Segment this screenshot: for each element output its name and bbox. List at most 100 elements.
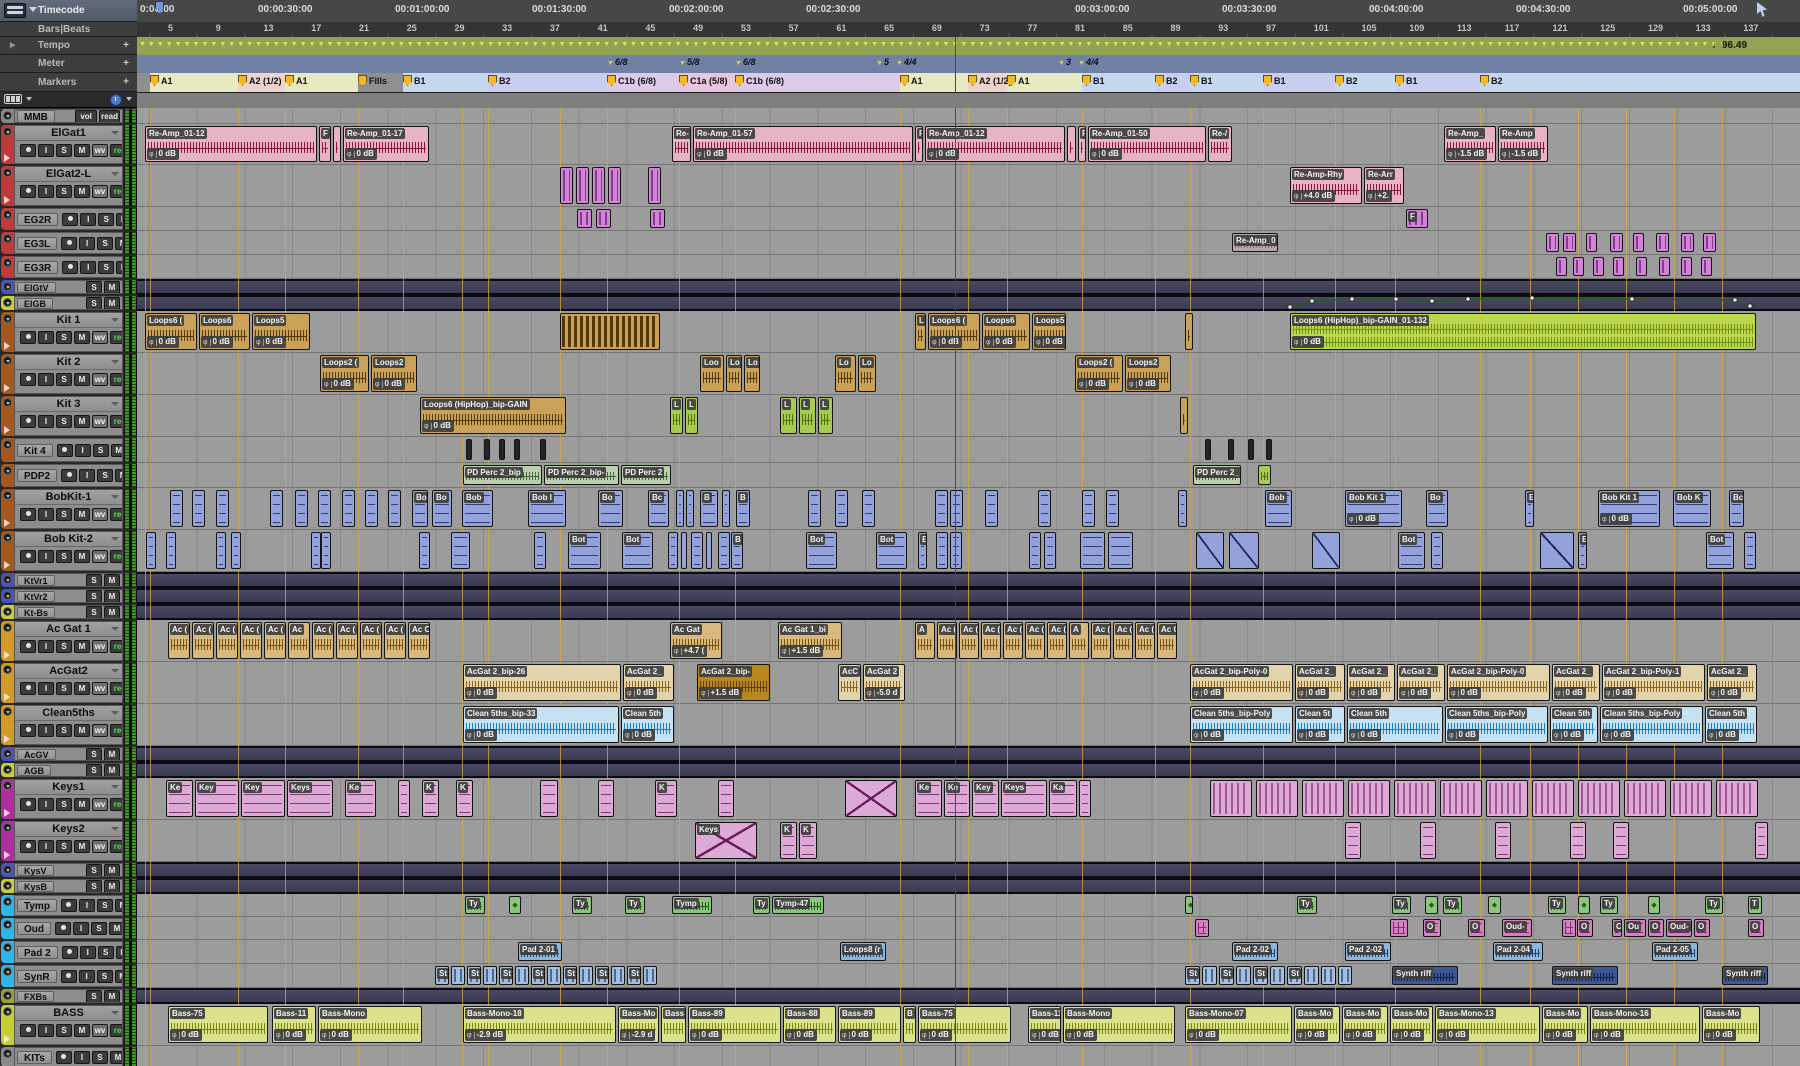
clip[interactable]: Loops6 (HipHop)_bip-GAINφ0 dB bbox=[420, 397, 566, 434]
track-name[interactable]: ElGat2-L bbox=[15, 167, 122, 182]
record-enable-button[interactable] bbox=[61, 469, 77, 482]
clip[interactable]: Pad 2-02 bbox=[1345, 942, 1391, 961]
input-monitor-button[interactable]: I bbox=[75, 444, 91, 457]
clip[interactable]: Ty bbox=[1705, 896, 1723, 914]
input-monitor-button[interactable]: I bbox=[80, 261, 96, 274]
clip[interactable]: Re-Ampφ-1.5 dB bbox=[1498, 126, 1548, 162]
clip-gain-badge[interactable]: φ0 dB bbox=[1296, 1029, 1328, 1041]
clip[interactable] bbox=[1038, 490, 1051, 527]
clip[interactable] bbox=[1681, 233, 1694, 252]
marker-flag-icon[interactable] bbox=[607, 75, 616, 86]
meter-event[interactable]: ▼6/8 bbox=[735, 57, 755, 67]
clip-gain-badge[interactable]: φ-2.9 dB bbox=[465, 1029, 506, 1041]
clip-gain-badge[interactable]: φ0 dB bbox=[320, 1029, 352, 1041]
clip-gain-badge[interactable]: φ0 dB bbox=[465, 687, 497, 699]
clip[interactable] bbox=[1716, 780, 1758, 817]
track-name[interactable]: ElGat1 bbox=[15, 126, 122, 141]
collapse-icon[interactable] bbox=[3, 168, 12, 177]
clip[interactable]: Re-Amp-Rhyφ+4.0 dB bbox=[1290, 167, 1362, 204]
record-enable-button[interactable] bbox=[62, 261, 78, 274]
track-header[interactable]: Pad 2ISM bbox=[0, 940, 137, 964]
clip[interactable]: Loops2 (φ0 dB bbox=[1075, 355, 1123, 392]
clip[interactable] bbox=[936, 532, 948, 569]
clip[interactable] bbox=[950, 490, 963, 527]
clip[interactable] bbox=[1029, 532, 1041, 569]
clip[interactable] bbox=[1394, 780, 1436, 817]
clip[interactable] bbox=[1563, 233, 1576, 252]
mute-button[interactable]: M bbox=[74, 508, 90, 521]
clip[interactable]: E bbox=[1525, 490, 1534, 527]
clip[interactable]: Re-Amp_φ-1.5 dB bbox=[1444, 126, 1496, 162]
marker[interactable]: B2 bbox=[488, 75, 511, 86]
clip[interactable]: Bob I bbox=[528, 490, 566, 527]
clip[interactable] bbox=[295, 490, 308, 527]
clip[interactable]: ◆ bbox=[1648, 896, 1660, 914]
mute-button[interactable]: M bbox=[104, 297, 120, 310]
clip-gain-badge[interactable]: φ-1.5 dB bbox=[1500, 148, 1541, 160]
track-menu-arrow-icon[interactable] bbox=[111, 495, 119, 499]
clip[interactable] bbox=[691, 532, 703, 569]
solo-button[interactable]: S bbox=[86, 590, 102, 603]
clip[interactable]: O bbox=[1468, 919, 1485, 937]
clip-gain-badge[interactable]: φ0 dB bbox=[254, 336, 286, 348]
clip[interactable] bbox=[318, 490, 331, 527]
record-enable-button[interactable] bbox=[20, 798, 36, 811]
track-header[interactable]: ElGat2-LISMwvred bbox=[0, 165, 137, 207]
volume-view-button[interactable]: vol bbox=[75, 110, 97, 123]
clip-gain-badge[interactable]: φ0 dB bbox=[1604, 687, 1636, 699]
track-header[interactable]: AcGat2ISMwvred bbox=[0, 662, 137, 704]
clip[interactable]: Oud- bbox=[1666, 919, 1692, 937]
clip[interactable] bbox=[611, 966, 625, 985]
clip[interactable]: Bass-Moφ0 dB bbox=[1702, 1006, 1760, 1043]
collapse-icon[interactable] bbox=[3, 258, 12, 267]
ruler-label-timecode[interactable]: Timecode bbox=[0, 0, 137, 22]
clip[interactable]: B bbox=[903, 1006, 916, 1043]
marker-flag-icon[interactable] bbox=[1395, 75, 1404, 86]
clip[interactable]: L bbox=[818, 397, 833, 434]
solo-button[interactable]: S bbox=[91, 922, 107, 935]
track-menu-arrow-icon[interactable] bbox=[111, 172, 119, 176]
clip[interactable]: St bbox=[595, 966, 609, 985]
clip[interactable] bbox=[1312, 532, 1340, 569]
clip[interactable]: L bbox=[799, 397, 816, 434]
track-columns-icon[interactable] bbox=[4, 94, 22, 104]
clip[interactable]: AcGat 2_φ0 dB bbox=[1347, 664, 1395, 701]
clip-gain-badge[interactable]: φ0 dB bbox=[1592, 1029, 1624, 1041]
clip-gain-badge[interactable]: φ0 dB bbox=[465, 729, 497, 741]
clip[interactable] bbox=[560, 313, 660, 350]
mute-button[interactable]: M bbox=[74, 798, 90, 811]
clip[interactable]: L bbox=[915, 313, 926, 350]
clip-gain-badge[interactable]: φ-2.9 d bbox=[620, 1029, 655, 1041]
clip[interactable]: ◆ bbox=[509, 896, 521, 914]
clip[interactable]: St bbox=[499, 966, 513, 985]
clip[interactable] bbox=[985, 490, 998, 527]
track-menu-arrow-icon[interactable] bbox=[111, 785, 119, 789]
mute-button[interactable]: M bbox=[116, 261, 123, 274]
clip[interactable] bbox=[1624, 780, 1666, 817]
clip[interactable] bbox=[1202, 966, 1217, 985]
clip[interactable]: R bbox=[915, 126, 923, 162]
clip[interactable]: PD Perc 2_bip bbox=[463, 465, 542, 485]
edit-canvas[interactable]: Re-Amp_01-12φ0 dBFRe-Amp_01-17φ0 dBRe-Re… bbox=[137, 107, 1800, 1066]
clip[interactable]: K bbox=[780, 822, 797, 859]
record-enable-button[interactable] bbox=[20, 640, 36, 653]
clip[interactable]: ◆ bbox=[1425, 896, 1438, 914]
clip[interactable]: Ac ( bbox=[240, 622, 262, 659]
automation-read-button[interactable]: red bbox=[110, 331, 123, 344]
mute-button[interactable]: M bbox=[74, 724, 90, 737]
solo-button[interactable]: S bbox=[98, 261, 114, 274]
clip[interactable]: Bass-Mono-13φ0 dB bbox=[1435, 1006, 1540, 1043]
clip[interactable] bbox=[192, 490, 205, 527]
clip[interactable]: Bass bbox=[661, 1006, 686, 1043]
solo-button[interactable]: S bbox=[56, 682, 72, 695]
clip[interactable]: Ac ( bbox=[1091, 622, 1111, 659]
clip[interactable]: St bbox=[467, 966, 481, 985]
clip[interactable]: Bo bbox=[1426, 490, 1448, 527]
track-header[interactable]: SynRISM bbox=[0, 964, 137, 988]
clip[interactable] bbox=[1348, 780, 1390, 817]
clip-gain-badge[interactable]: φ0 dB bbox=[920, 1029, 952, 1041]
marker[interactable]: A1 bbox=[1007, 75, 1030, 86]
track-name[interactable]: MMB bbox=[17, 110, 55, 123]
track-header[interactable]: EG2RISM bbox=[0, 207, 137, 231]
clip[interactable]: Re-Amp_01-12φ0 dB bbox=[145, 126, 317, 162]
